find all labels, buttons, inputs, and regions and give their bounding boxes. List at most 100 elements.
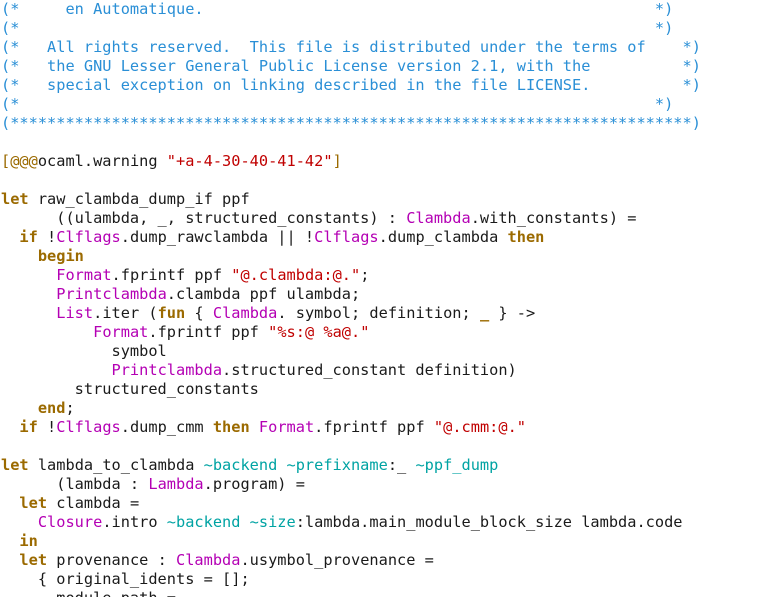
code-token: [@@@ bbox=[1, 152, 38, 170]
code-line[interactable]: let lambda_to_clambda ~backend ~prefixna… bbox=[0, 456, 782, 475]
code-token: Format bbox=[258, 418, 315, 436]
code-token: .fprintf ppf bbox=[148, 323, 269, 341]
code-token: begin bbox=[37, 247, 84, 265]
code-line[interactable]: let raw_clambda_dump_if ppf bbox=[0, 190, 782, 209]
code-line[interactable]: (* *) bbox=[0, 19, 782, 38]
code-line[interactable]: (* special exception on linking describe… bbox=[0, 76, 782, 95]
code-line[interactable]: (***************************************… bbox=[0, 114, 782, 133]
code-line[interactable]: if !Clflags.dump_rawclambda || !Clflags.… bbox=[0, 228, 782, 247]
code-token: Clflags bbox=[56, 418, 121, 436]
code-line[interactable]: (lambda : Lambda.program) = bbox=[0, 475, 782, 494]
code-token: (***************************************… bbox=[1, 114, 701, 132]
code-token: let bbox=[1, 190, 29, 208]
code-line[interactable]: Format.fprintf ppf "%s:@ %a@." bbox=[0, 323, 782, 342]
code-line[interactable]: { original_idents = []; bbox=[0, 570, 782, 589]
code-token: .dump_cmm bbox=[120, 418, 213, 436]
code-line[interactable]: (* All rights reserved. This file is dis… bbox=[0, 38, 782, 57]
code-line[interactable]: Closure.intro ~backend ~size:lambda.main… bbox=[0, 513, 782, 532]
code-token: { original_idents = []; bbox=[1, 570, 250, 588]
code-token: "+a-4-30-40-41-42" bbox=[166, 152, 333, 170]
code-token: "@.cmm:@." bbox=[433, 418, 527, 436]
code-line[interactable] bbox=[0, 171, 782, 190]
code-token: let bbox=[19, 551, 48, 569]
code-token: "%s:@ %a@." bbox=[268, 323, 370, 341]
code-token: .fprintf ppf bbox=[111, 266, 232, 284]
code-line[interactable]: module_path = bbox=[0, 589, 782, 597]
code-token: { bbox=[185, 304, 213, 322]
code-editor[interactable]: (* en Automatique. *) (* *) (* All rights … bbox=[0, 0, 782, 597]
code-line[interactable] bbox=[0, 133, 782, 152]
code-token: Printclambda bbox=[56, 285, 167, 303]
code-token: module_path = bbox=[1, 589, 176, 597]
code-token: Format bbox=[93, 323, 149, 341]
code-token: lambda_to_clambda bbox=[28, 456, 204, 474]
code-token: . symbol; definition; bbox=[277, 304, 480, 322]
code-token: .clambda ppf ulambda; bbox=[166, 285, 361, 303]
code-token: Lambda bbox=[148, 475, 204, 493]
code-token: :_ bbox=[387, 456, 416, 474]
code-token: let bbox=[1, 456, 29, 474]
code-line[interactable]: end; bbox=[0, 399, 782, 418]
code-token: (* the GNU Lesser General Public License… bbox=[1, 57, 701, 75]
code-token: (* All rights reserved. This file is dis… bbox=[1, 38, 701, 56]
code-line[interactable]: if !Clflags.dump_cmm then Format.fprintf… bbox=[0, 418, 782, 437]
code-token: ocaml.warning bbox=[37, 152, 167, 170]
code-line[interactable]: in bbox=[0, 532, 782, 551]
code-token: _ bbox=[479, 304, 490, 322]
code-line[interactable]: (* en Automatique. *) bbox=[0, 0, 782, 19]
code-line[interactable]: Format.fprintf ppf "@.clambda:@."; bbox=[0, 266, 782, 285]
code-token: .dump_rawclambda || ! bbox=[120, 228, 315, 246]
code-token: Clflags bbox=[314, 228, 379, 246]
code-token: ((ulambda, _, structured_constants) : bbox=[1, 209, 407, 227]
code-token: .iter ( bbox=[93, 304, 158, 322]
code-token: provenance : bbox=[47, 551, 176, 569]
code-token: .structured_constant definition) bbox=[222, 361, 517, 379]
code-line[interactable]: let clambda = bbox=[0, 494, 782, 513]
code-token: then bbox=[507, 228, 545, 246]
code-line[interactable]: structured_constants bbox=[0, 380, 782, 399]
code-token: "@.clambda:@." bbox=[231, 266, 361, 284]
code-line[interactable]: begin bbox=[0, 247, 782, 266]
code-token: Clflags bbox=[56, 228, 121, 246]
code-line[interactable]: symbol bbox=[0, 342, 782, 361]
code-line[interactable]: ((ulambda, _, structured_constants) : Cl… bbox=[0, 209, 782, 228]
code-token: ~backend ~size bbox=[166, 513, 296, 531]
code-line[interactable]: Printclambda.structured_constant definit… bbox=[0, 361, 782, 380]
code-token: structured_constants bbox=[1, 380, 259, 398]
code-token: List bbox=[56, 304, 94, 322]
code-token: .fprintf ppf bbox=[314, 418, 434, 436]
code-token: ; bbox=[65, 399, 75, 417]
code-line[interactable]: List.iter (fun { Clambda. symbol; defini… bbox=[0, 304, 782, 323]
code-line[interactable]: [@@@ocaml.warning "+a-4-30-40-41-42"] bbox=[0, 152, 782, 171]
code-token: (lambda : bbox=[1, 475, 149, 493]
code-token: Clambda bbox=[176, 551, 241, 569]
code-token: ~ppf_dump bbox=[415, 456, 499, 474]
code-token: in bbox=[19, 532, 38, 550]
code-token: .program) = bbox=[203, 475, 305, 493]
code-token: symbol bbox=[1, 342, 167, 360]
code-token: fun bbox=[157, 304, 186, 322]
code-line[interactable]: (* *) bbox=[0, 95, 782, 114]
code-token: Closure bbox=[37, 513, 103, 531]
code-token: then bbox=[212, 418, 250, 436]
code-line[interactable] bbox=[0, 437, 782, 456]
code-token: Format bbox=[56, 266, 112, 284]
code-line[interactable]: (* the GNU Lesser General Public License… bbox=[0, 57, 782, 76]
code-token: (* en Automatique. *) bbox=[1, 0, 674, 18]
code-line[interactable]: Printclambda.clambda ppf ulambda; bbox=[0, 285, 782, 304]
code-line[interactable]: let provenance : Clambda.usymbol_provena… bbox=[0, 551, 782, 570]
code-token: end bbox=[37, 399, 66, 417]
